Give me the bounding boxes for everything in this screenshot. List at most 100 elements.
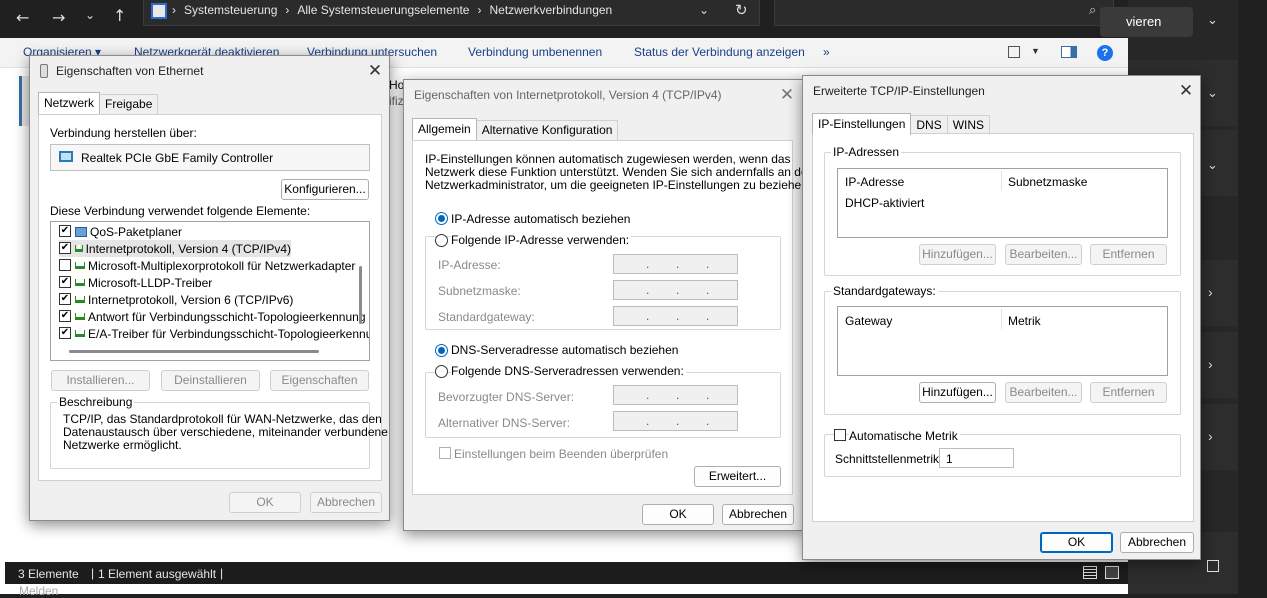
search-input[interactable]	[774, 0, 1114, 26]
ok-button[interactable]: OK	[1040, 532, 1113, 553]
alternate-dns-field[interactable]: ...	[613, 411, 738, 431]
breadcrumb-item[interactable]: Alle Systemsteuerungselemente	[297, 3, 469, 17]
control-panel-icon	[151, 3, 167, 19]
ok-button[interactable]: OK	[229, 492, 301, 513]
cancel-button[interactable]: Abbrechen	[1120, 532, 1194, 553]
elements-list[interactable]: ✔ QoS-Paketplaner ✔ Internetprotokoll, Ver…	[50, 221, 370, 361]
chevron-right-icon[interactable]: ›	[1208, 356, 1213, 372]
item-count: 3 Elemente	[18, 567, 79, 581]
item-checkbox[interactable]: ✔	[59, 276, 71, 288]
remove-gateway-button[interactable]: Entfernen	[1090, 382, 1167, 403]
column-header-ip[interactable]: IP-Adresse	[845, 175, 904, 189]
horizontal-scrollbar[interactable]	[69, 350, 319, 353]
intro-line: IP-Einstellungen können automatisch zuge…	[425, 152, 791, 166]
item-checkbox[interactable]: ✔	[59, 293, 71, 305]
install-button[interactable]: Installieren...	[51, 370, 150, 391]
tab-dns[interactable]: DNS	[910, 115, 948, 135]
tab-wins[interactable]: WINS	[946, 115, 991, 135]
recent-chevron-icon[interactable]: ⌄	[85, 8, 95, 22]
add-gateway-button[interactable]: Hinzufügen...	[919, 382, 996, 403]
help-icon[interactable]: ?	[1097, 45, 1113, 61]
open-external-icon[interactable]	[1207, 560, 1219, 572]
tab-general[interactable]: Allgemein	[412, 118, 477, 140]
description-line: Netzwerke ermöglicht.	[63, 438, 182, 452]
breadcrumb[interactable]: › Systemsteuerung › Alle Systemsteuerung…	[172, 3, 612, 17]
item-checkbox[interactable]: ✔	[59, 225, 71, 237]
preferred-dns-field[interactable]: ...	[613, 385, 738, 405]
auto-metric-checkbox[interactable]	[834, 429, 846, 441]
preview-pane-icon[interactable]	[1061, 46, 1077, 58]
ip-address-field[interactable]: ...	[613, 254, 738, 274]
tab-alternate-config[interactable]: Alternative Konfiguration	[475, 120, 619, 140]
back-icon[interactable]: ←	[16, 8, 29, 27]
auto-ip-radio[interactable]	[435, 212, 448, 225]
action-button[interactable]: vieren	[1100, 7, 1193, 37]
auto-dns-radio[interactable]	[435, 344, 448, 357]
more-button[interactable]: »	[823, 45, 830, 59]
item-checkbox[interactable]	[59, 259, 71, 271]
item-checkbox[interactable]: ✔	[59, 242, 71, 254]
chevron-right-icon[interactable]: ›	[1208, 284, 1213, 300]
chevron-down-icon[interactable]: ⌄	[1207, 12, 1218, 28]
view-dropdown-icon[interactable]: ▼	[1031, 46, 1040, 56]
up-icon[interactable]: ↑	[113, 6, 126, 25]
column-header-gateway[interactable]: Gateway	[845, 314, 892, 328]
item-checkbox[interactable]: ✔	[59, 310, 71, 322]
manual-dns-radio[interactable]	[435, 365, 448, 378]
uninstall-button[interactable]: Deinstallieren	[161, 370, 260, 391]
column-header-mask[interactable]: Subnetzmaske	[1008, 175, 1087, 189]
list-item[interactable]: ✔ E/A-Treiber für Verbindungsschicht-Topo…	[59, 325, 369, 342]
details-view-icon[interactable]	[1083, 566, 1097, 579]
ipv4-properties-dialog: Eigenschaften von Internetprotokoll, Ver…	[403, 79, 814, 531]
tab-ip-settings[interactable]: IP-Einstellungen	[812, 113, 912, 135]
validate-checkbox[interactable]	[439, 447, 451, 459]
close-icon[interactable]: ✕	[366, 62, 384, 80]
advanced-button[interactable]: Erweitert...	[694, 466, 781, 487]
item-checkbox[interactable]: ✔	[59, 327, 71, 339]
configure-button[interactable]: Konfigurieren...	[281, 179, 369, 200]
preferred-dns-label: Bevorzugter DNS-Server:	[438, 390, 575, 404]
breadcrumb-item[interactable]: Netzwerkverbindungen	[489, 3, 612, 17]
tiles-view-icon[interactable]	[1105, 566, 1119, 579]
interface-metric-input[interactable]: 1	[939, 448, 1014, 468]
gateway-table[interactable]: Gateway Metrik	[837, 306, 1168, 376]
ok-button[interactable]: OK	[642, 504, 714, 525]
remove-ip-button[interactable]: Entfernen	[1090, 244, 1167, 265]
rename-button[interactable]: Verbindung umbenennen	[468, 45, 602, 59]
chevron-down-icon[interactable]: ⌄	[1207, 157, 1218, 173]
forward-icon[interactable]: →	[52, 8, 65, 27]
list-item-selected[interactable]: ✔ Internetprotokoll, Version 4 (TCP/IPv4)	[59, 240, 291, 257]
ip-address-table[interactable]: IP-Adresse Subnetzmaske DHCP-aktiviert	[837, 168, 1168, 238]
close-icon[interactable]: ✕	[778, 86, 796, 104]
column-header-metric[interactable]: Metrik	[1008, 314, 1041, 328]
item-label: Antwort für Verbindungsschicht-Topologie…	[88, 309, 366, 324]
view-status-button[interactable]: Status der Verbindung anzeigen	[634, 45, 805, 59]
cancel-button[interactable]: Abbrechen	[310, 492, 382, 513]
chevron-down-icon[interactable]: ⌄	[1207, 85, 1218, 101]
list-item[interactable]: ✔ QoS-Paketplaner	[59, 223, 182, 240]
address-dropdown-icon[interactable]: ⌄	[699, 3, 709, 17]
edit-gateway-button[interactable]: Bearbeiten...	[1005, 382, 1082, 403]
list-item[interactable]: ✔ Antwort für Verbindungsschicht-Topologi…	[59, 308, 366, 325]
breadcrumb-item[interactable]: Systemsteuerung	[184, 3, 277, 17]
cancel-button[interactable]: Abbrechen	[722, 504, 794, 525]
view-options-icon[interactable]	[1008, 46, 1020, 58]
chevron-right-icon[interactable]: ›	[1208, 428, 1213, 444]
list-item[interactable]: Microsoft-Multiplexorprotokoll für Netzw…	[59, 257, 355, 274]
properties-button[interactable]: Eigenschaften	[270, 370, 369, 391]
vertical-scrollbar[interactable]	[359, 266, 362, 324]
manual-ip-radio[interactable]	[435, 234, 448, 247]
gateway-label: Standardgateway:	[438, 310, 535, 324]
tab-network[interactable]: Netzwerk	[38, 92, 101, 114]
subnet-mask-field[interactable]: ...	[613, 280, 738, 300]
tab-sharing[interactable]: Freigabe	[99, 94, 159, 114]
gateway-field[interactable]: ...	[613, 306, 738, 326]
refresh-icon[interactable]: ↻	[735, 1, 748, 19]
table-row[interactable]: DHCP-aktiviert	[845, 196, 924, 210]
add-ip-button[interactable]: Hinzufügen...	[919, 244, 996, 265]
list-item[interactable]: ✔ Microsoft-LLDP-Treiber	[59, 274, 212, 291]
edit-ip-button[interactable]: Bearbeiten...	[1005, 244, 1082, 265]
close-icon[interactable]: ✕	[1177, 82, 1195, 100]
list-item[interactable]: ✔ Internetprotokoll, Version 6 (TCP/IPv6)	[59, 291, 293, 308]
manual-dns-label: Folgende DNS-Serveradressen verwenden:	[451, 364, 686, 378]
